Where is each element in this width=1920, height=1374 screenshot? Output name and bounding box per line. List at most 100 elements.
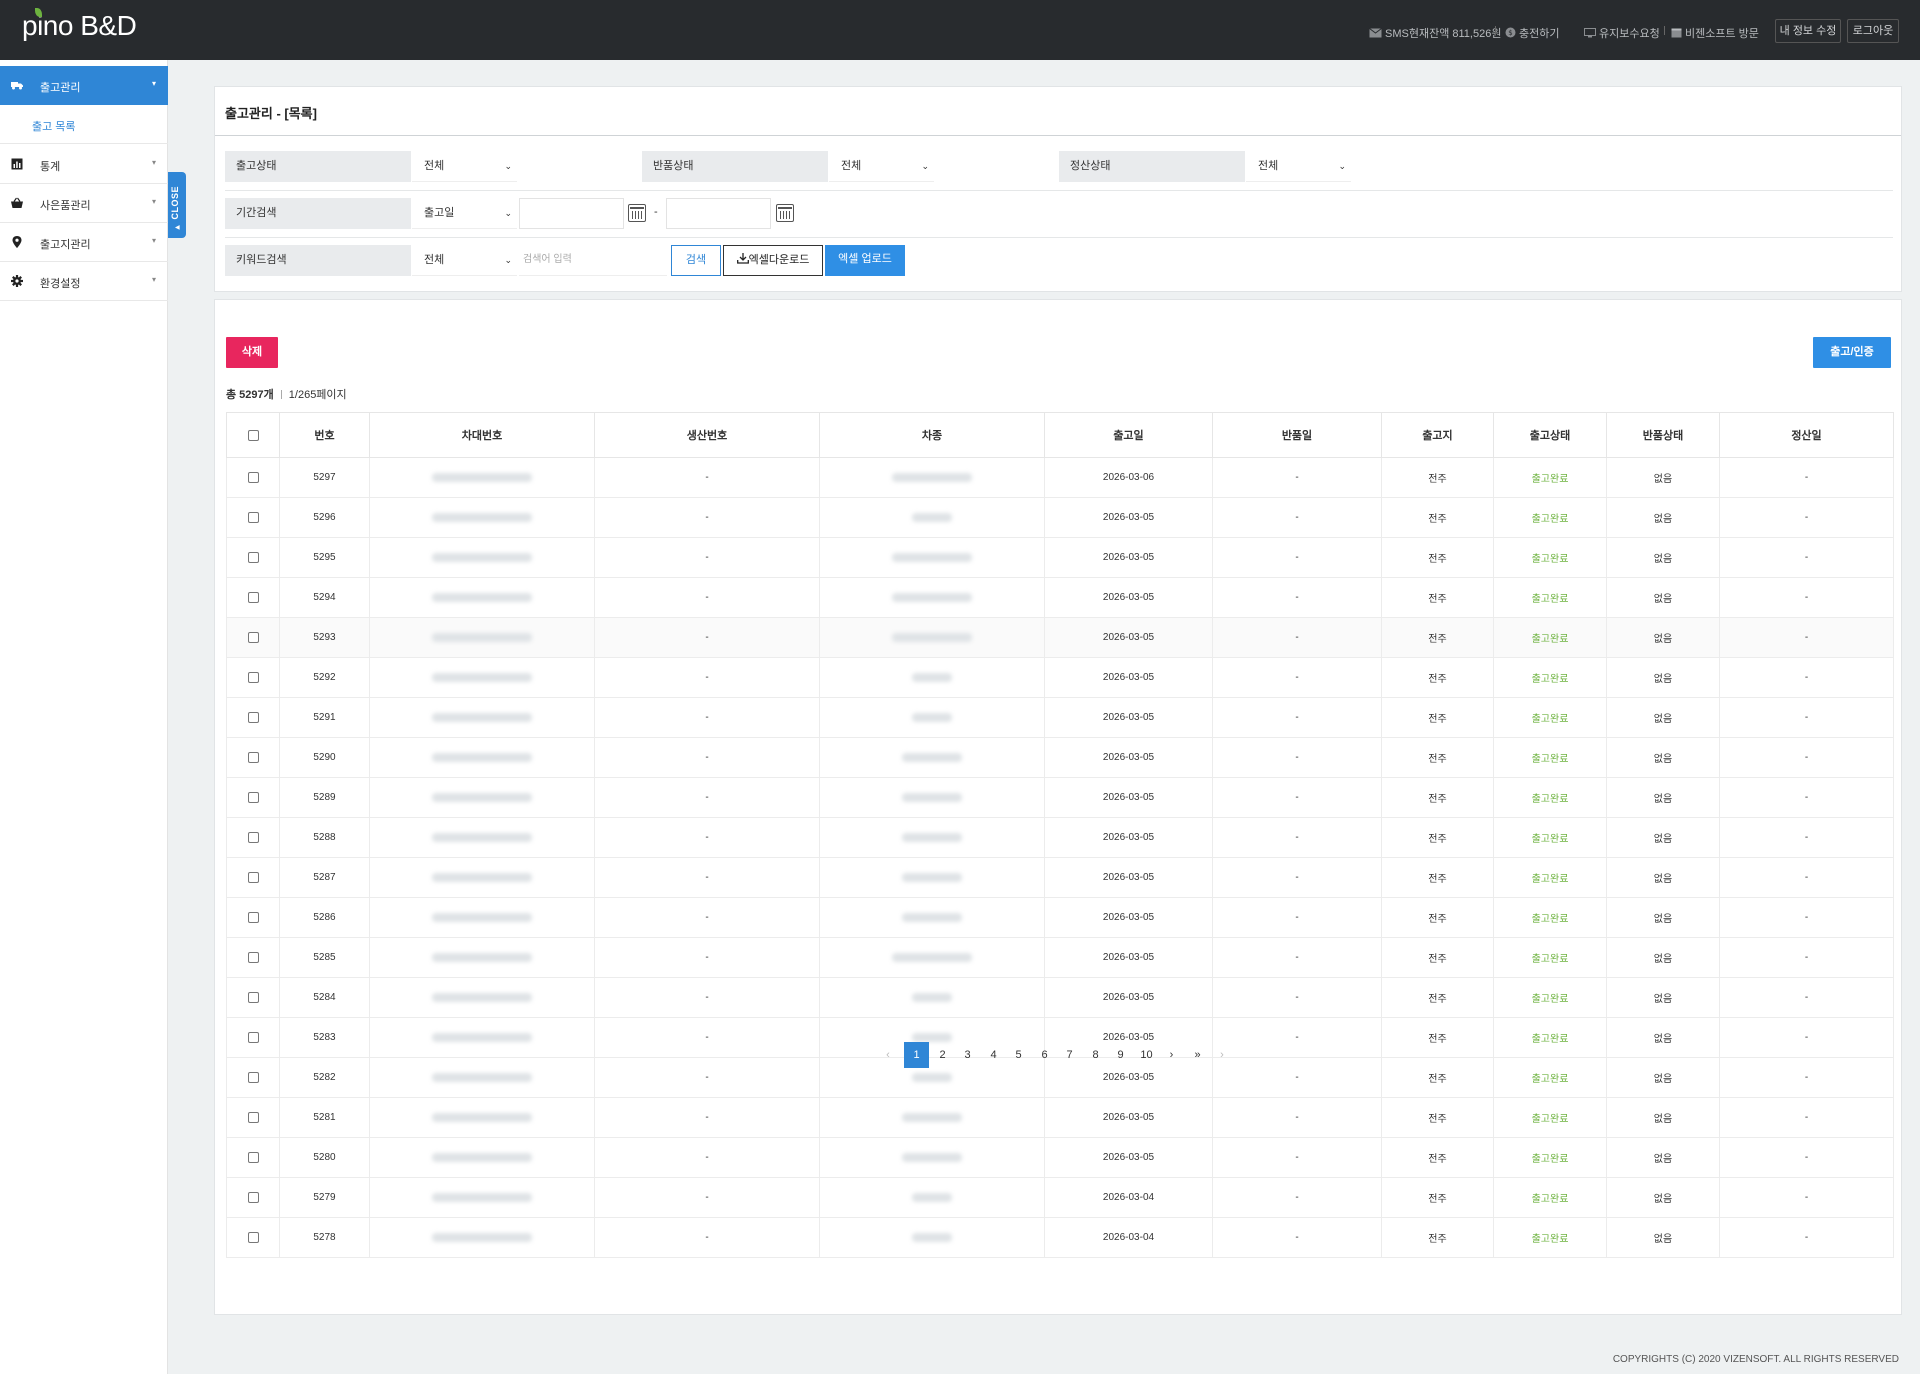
sidebar-item-location[interactable]: 출고지관리 ▾ <box>0 223 168 262</box>
cell <box>226 897 280 938</box>
row-checkbox[interactable] <box>247 751 259 763</box>
table-row[interactable]: 5289-2026-03-05- 전주 출고완료 없음 - <box>226 777 1894 818</box>
sidebar-item-settings[interactable]: 환경설정 ▾ <box>0 262 168 301</box>
row-checkbox[interactable] <box>247 1071 259 1083</box>
recharge-link[interactable]: $ 충전하기 <box>1505 25 1559 41</box>
row-checkbox[interactable] <box>247 911 259 923</box>
table-row[interactable]: 5280-2026-03-05- 전주 출고완료 없음 - <box>226 1137 1894 1178</box>
page-link[interactable]: 4 <box>981 1042 1006 1068</box>
cell-location: 전주 <box>1381 577 1494 618</box>
page-link-current[interactable]: 1 <box>904 1042 929 1068</box>
table-row[interactable]: 5295-2026-03-05- 전주 출고완료 없음 - <box>226 537 1894 578</box>
table-row[interactable]: 5287-2026-03-05- 전주 출고완료 없음 - <box>226 857 1894 898</box>
row-checkbox[interactable] <box>247 831 259 843</box>
end-date-input[interactable] <box>666 198 771 229</box>
row-checkbox[interactable] <box>247 1231 259 1243</box>
table-row[interactable]: 5292-2026-03-05- 전주 출고완료 없음 - <box>226 657 1894 698</box>
period-type-select[interactable]: 출고일 ⌄ <box>412 198 517 229</box>
page-link[interactable]: 10 <box>1134 1042 1159 1068</box>
row-checkbox[interactable] <box>247 471 259 483</box>
row-checkbox[interactable] <box>247 991 259 1003</box>
row-checkbox[interactable] <box>247 671 259 683</box>
row-checkbox[interactable] <box>247 1191 259 1203</box>
calendar-icon[interactable] <box>628 204 646 222</box>
row-checkbox[interactable] <box>247 791 259 803</box>
redacted-vin <box>432 552 532 562</box>
sidebar-close-tab[interactable]: CLOSE ◀ <box>168 172 186 238</box>
keyword-input[interactable]: 검색어 입력 <box>519 245 667 276</box>
cell-production-no: - <box>594 457 820 498</box>
start-date-input[interactable] <box>519 198 624 229</box>
table-row[interactable]: 5281-2026-03-05- 전주 출고완료 없음 - <box>226 1097 1894 1138</box>
sms-balance: SMS현재잔액 811,526원 <box>1369 25 1501 41</box>
shipping-certify-button[interactable]: 출고/인증 <box>1813 337 1891 368</box>
table-row[interactable]: 5288-2026-03-05- 전주 출고완료 없음 - <box>226 817 1894 858</box>
row-checkbox[interactable] <box>247 871 259 883</box>
page-link[interactable]: 2 <box>930 1042 955 1068</box>
search-button[interactable]: 검색 <box>671 245 721 276</box>
pagination-last[interactable]: » <box>1185 1042 1210 1068</box>
pagination-next[interactable]: › <box>1159 1042 1184 1068</box>
cell <box>819 1217 1045 1258</box>
table-row[interactable]: 5278-2026-03-04- 전주 출고완료 없음 - <box>226 1217 1894 1258</box>
page-link[interactable]: 3 <box>955 1042 980 1068</box>
page-link[interactable]: 5 <box>1006 1042 1031 1068</box>
page-link[interactable]: 9 <box>1108 1042 1133 1068</box>
cell <box>369 937 595 978</box>
cell-ship-status: 출고완료 <box>1493 697 1607 738</box>
delete-button[interactable]: 삭제 <box>226 337 278 368</box>
sidebar-subitem-shipping-list[interactable]: 출고 목록 <box>0 105 168 144</box>
redacted-vin <box>432 872 532 882</box>
logout-button[interactable]: 로그아웃 <box>1847 19 1899 43</box>
table-row[interactable]: 5291-2026-03-05- 전주 출고완료 없음 - <box>226 697 1894 738</box>
table-row[interactable]: 5296-2026-03-05- 전주 출고완료 없음 - <box>226 497 1894 538</box>
table-row[interactable]: 5297-2026-03-06- 전주 출고완료 없음 - <box>226 457 1894 498</box>
cell-production-no: - <box>594 1137 820 1178</box>
chevron-down-icon: ⌄ <box>504 161 512 171</box>
cell <box>819 817 1045 858</box>
row-checkbox[interactable] <box>247 1111 259 1123</box>
cell <box>819 737 1045 778</box>
row-checkbox[interactable] <box>247 551 259 563</box>
logo[interactable]: pino B&D <box>22 8 137 42</box>
sidebar-item-statistics[interactable]: 통계 ▾ <box>0 145 168 184</box>
page-link[interactable]: 8 <box>1083 1042 1108 1068</box>
visit-link[interactable]: 비젠소프트 방문 <box>1671 25 1759 41</box>
cell-settle-date: - <box>1719 457 1894 498</box>
row-checkbox[interactable] <box>247 951 259 963</box>
table-row[interactable]: 5285-2026-03-05- 전주 출고완료 없음 - <box>226 937 1894 978</box>
return-status-select[interactable]: 전체 ⌄ <box>829 151 934 182</box>
edit-info-button[interactable]: 내 정보 수정 <box>1775 19 1841 43</box>
ship-status-select[interactable]: 전체 ⌄ <box>412 151 517 182</box>
table-row[interactable]: 5286-2026-03-05- 전주 출고완료 없음 - <box>226 897 1894 938</box>
table-row[interactable]: 5279-2026-03-04- 전주 출고완료 없음 - <box>226 1177 1894 1218</box>
calendar-icon[interactable] <box>776 204 794 222</box>
settle-status-select[interactable]: 전체 ⌄ <box>1246 151 1351 182</box>
table-row[interactable]: 5294-2026-03-05- 전주 출고완료 없음 - <box>226 577 1894 618</box>
pagination-end[interactable]: › <box>1215 1042 1229 1068</box>
keyword-type-select[interactable]: 전체 ⌄ <box>412 245 517 276</box>
cell-location: 전주 <box>1381 897 1494 938</box>
cell-return-status: 없음 <box>1606 857 1720 898</box>
table-row[interactable]: 5293-2026-03-05- 전주 출고완료 없음 - <box>226 617 1894 658</box>
excel-download-button[interactable]: 엑셀다운로드 <box>723 245 823 276</box>
cell-ship-status: 출고완료 <box>1493 1097 1607 1138</box>
maintenance-link[interactable]: 유지보수요청 <box>1584 25 1660 41</box>
table-row[interactable]: 5290-2026-03-05- 전주 출고완료 없음 - <box>226 737 1894 778</box>
cell-ship-date: 2026-03-05 <box>1044 537 1213 578</box>
row-checkbox[interactable] <box>247 631 259 643</box>
table-row[interactable]: 5284-2026-03-05- 전주 출고완료 없음 - <box>226 977 1894 1018</box>
row-checkbox[interactable] <box>247 511 259 523</box>
page-link[interactable]: 7 <box>1057 1042 1082 1068</box>
cell-ship-status: 출고완료 <box>1493 977 1607 1018</box>
row-checkbox[interactable] <box>247 1151 259 1163</box>
sidebar-item-shipping[interactable]: 출고관리 ▾ <box>0 66 168 105</box>
row-checkbox[interactable] <box>247 711 259 723</box>
pagination-first[interactable]: ‹ <box>881 1042 895 1068</box>
row-checkbox[interactable] <box>247 591 259 603</box>
excel-upload-button[interactable]: 엑셀 업로드 <box>825 245 905 276</box>
cell-ship-date: 2026-03-04 <box>1044 1177 1213 1218</box>
page-link[interactable]: 6 <box>1032 1042 1057 1068</box>
select-all-checkbox[interactable] <box>247 429 259 441</box>
sidebar-item-gift[interactable]: 사은품관리 ▾ <box>0 184 168 223</box>
